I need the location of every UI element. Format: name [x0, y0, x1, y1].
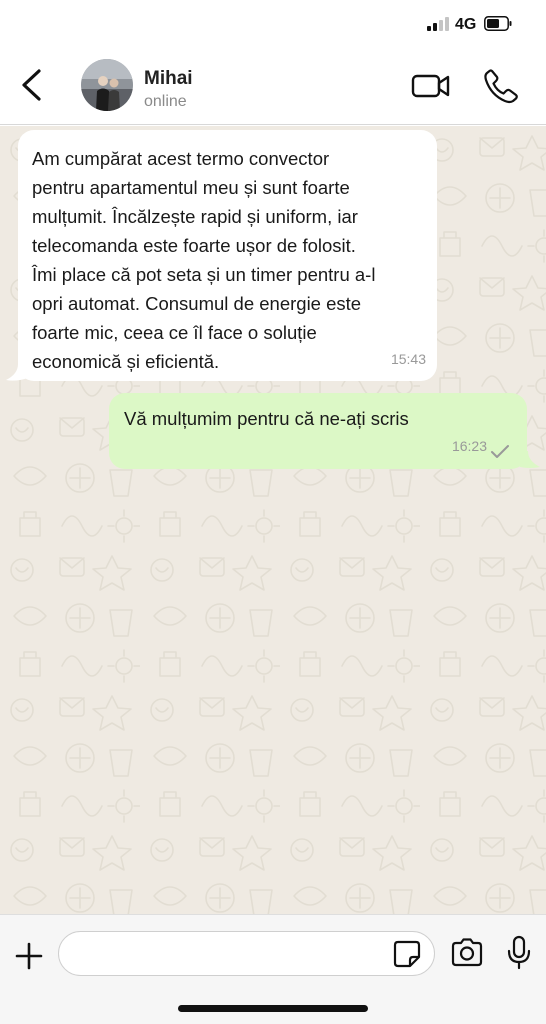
message-time: 15:43 — [390, 351, 426, 367]
check-icon — [491, 445, 509, 458]
microphone-icon[interactable] — [506, 935, 532, 971]
message-line: Îmi place că pot seta și un timer pentru… — [32, 264, 376, 285]
outgoing-message[interactable]: Vă mulțumim pentru că ne-ați scris 16:23 — [109, 393, 527, 469]
contact-name[interactable]: Mihai — [144, 68, 193, 90]
chat-area[interactable]: Am cumpărat acest termo convector pentru… — [0, 126, 546, 914]
contact-status: online — [144, 93, 187, 110]
message-input[interactable] — [58, 931, 435, 976]
network-label: 4G — [455, 16, 477, 33]
status-bar: 4G — [0, 0, 546, 50]
message-line: mulțumit. Încălzește rapid și uniform, i… — [32, 206, 358, 227]
chevron-left-icon[interactable] — [18, 68, 46, 102]
message-line: telecomanda este foarte ușor de folosit. — [32, 235, 356, 256]
cellular-signal-icon — [427, 15, 451, 31]
phone-icon[interactable] — [483, 68, 519, 104]
camera-icon[interactable] — [450, 937, 484, 967]
chat-header: Mihai online — [0, 50, 546, 125]
message-line: Am cumpărat acest termo convector — [32, 148, 330, 169]
message-line: opri automat. Consumul de energie este — [32, 293, 362, 314]
plus-icon[interactable] — [14, 941, 44, 971]
incoming-message[interactable]: Am cumpărat acest termo convector pentru… — [18, 130, 437, 381]
message-line: pentru apartamentul meu și sunt foarte — [32, 177, 350, 198]
avatar[interactable] — [81, 59, 133, 111]
home-indicator[interactable] — [178, 1005, 368, 1012]
message-time: 16:23 — [451, 438, 487, 454]
message-line: foarte mic, ceea ce îl face o soluție — [32, 322, 317, 343]
battery-icon — [484, 16, 512, 31]
message-line: Vă mulțumim pentru că ne-ați scris — [124, 408, 409, 429]
message-line: economică și eficientă. — [32, 351, 220, 372]
video-camera-icon[interactable] — [411, 71, 451, 101]
sticker-icon[interactable] — [392, 939, 422, 969]
